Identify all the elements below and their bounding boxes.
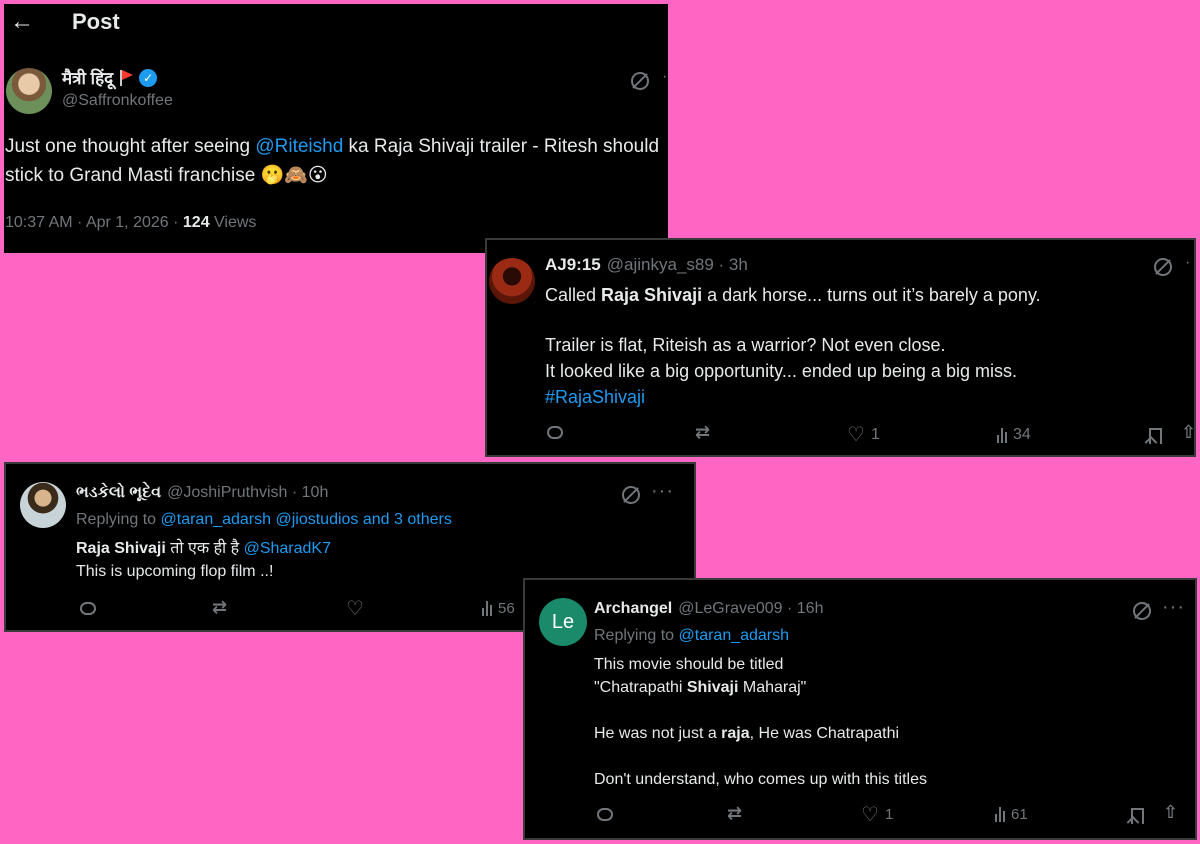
views-button[interactable]: 56 xyxy=(482,600,515,617)
display-name[interactable]: AJ9:15 xyxy=(545,255,601,275)
mention-link[interactable]: @Riteishd xyxy=(255,136,343,157)
repost-icon: ⇄ xyxy=(695,422,711,442)
avatar[interactable] xyxy=(489,258,535,304)
timestamp[interactable]: 10:37 AM · Apr 1, 2026 · xyxy=(5,214,183,231)
like-button[interactable]: ♡ xyxy=(346,596,364,621)
user-handle[interactable]: @ajinkya_s89 · 3h xyxy=(607,255,748,275)
repost-button[interactable]: ⇄ xyxy=(727,803,742,824)
display-name[interactable]: Archangel xyxy=(594,600,672,618)
reply-button[interactable] xyxy=(597,808,613,821)
post-text: This movie should be titled "Chatrapathi… xyxy=(594,656,927,788)
back-arrow-icon[interactable]: ← xyxy=(10,8,34,36)
repost-icon: ⇄ xyxy=(727,803,743,823)
post-text: Called Raja Shivaji a dark horse... turn… xyxy=(545,282,1185,410)
repost-button[interactable]: ⇄ xyxy=(695,422,710,443)
views-icon xyxy=(997,427,1007,443)
verified-badge-icon: ✓ xyxy=(139,68,158,87)
flag-icon xyxy=(119,69,134,86)
replying-to-link[interactable]: @taran_adarsh @jiostudios and 3 others xyxy=(161,511,452,528)
post-text: Just one thought after seeing @Riteishd … xyxy=(5,136,660,186)
post-text: Raja Shivaji तो एक ही है @SharadK7 This … xyxy=(76,540,331,580)
user-handle[interactable]: @JoshiPruthvish · 10h xyxy=(167,484,328,502)
post-card-4: Le Archangel @LeGrave009 · 16h ··· Reply… xyxy=(523,578,1197,840)
repost-icon: ⇄ xyxy=(212,597,228,617)
grok-icon[interactable] xyxy=(622,486,640,504)
views-icon xyxy=(995,807,1005,822)
share-button[interactable]: ⇧ xyxy=(1181,422,1196,443)
user-handle[interactable]: @Saffronkoffee xyxy=(62,92,173,110)
more-dot-icon[interactable]: · xyxy=(1185,254,1190,272)
page-title: Post xyxy=(72,9,120,34)
repost-button[interactable]: ⇄ xyxy=(212,597,227,618)
replying-to-link[interactable]: @taran_adarsh xyxy=(679,627,790,644)
heart-icon: ♡ xyxy=(847,424,865,446)
post-card-2: AJ9:15 @ajinkya_s89 · 3h · Called Raja S… xyxy=(485,238,1196,457)
avatar[interactable] xyxy=(6,68,52,114)
reply-icon xyxy=(547,426,563,439)
reply-button[interactable] xyxy=(80,602,96,615)
like-button[interactable]: ♡ 1 xyxy=(847,422,880,447)
bookmark-icon xyxy=(1131,808,1144,824)
views-count: 124 xyxy=(182,214,210,231)
display-name[interactable]: ભડકેલો ભૂદેવ xyxy=(76,484,161,502)
bookmark-icon xyxy=(1149,428,1162,444)
views-icon xyxy=(482,601,492,616)
more-dot-icon[interactable]: · xyxy=(662,68,667,86)
views-label: Views xyxy=(209,214,257,231)
grok-icon[interactable] xyxy=(1154,258,1172,276)
like-button[interactable]: ♡ 1 xyxy=(861,802,893,827)
hashtag-link[interactable]: #RajaShivaji xyxy=(545,384,1185,410)
more-options-icon[interactable]: ··· xyxy=(651,480,674,503)
more-options-icon[interactable]: ··· xyxy=(1162,596,1185,619)
heart-icon: ♡ xyxy=(861,804,879,826)
avatar[interactable] xyxy=(20,482,66,528)
user-handle[interactable]: @LeGrave009 · 16h xyxy=(678,600,823,618)
share-icon: ⇧ xyxy=(1181,422,1196,442)
share-button[interactable]: ⇧ xyxy=(1163,802,1178,823)
replying-to: Replying to @taran_adarsh @jiostudios an… xyxy=(76,511,452,528)
avatar[interactable]: Le xyxy=(539,598,587,646)
replying-to: Replying to @taran_adarsh xyxy=(594,627,790,644)
bookmark-button[interactable] xyxy=(1149,428,1162,444)
post-card-1: ← Post मैत्री हिंदू ✓ @Saffronkoffee · J… xyxy=(4,4,668,253)
reply-button[interactable] xyxy=(547,426,563,439)
heart-icon: ♡ xyxy=(346,598,364,620)
reply-icon xyxy=(597,808,613,821)
views-button[interactable]: 34 xyxy=(997,426,1031,444)
display-name[interactable]: मैत्री हिंदू xyxy=(62,66,113,89)
share-icon: ⇧ xyxy=(1163,802,1179,822)
grok-icon[interactable] xyxy=(631,72,649,90)
reply-icon xyxy=(80,602,96,615)
post-meta: 10:37 AM · Apr 1, 2026 · 124 Views xyxy=(5,214,256,232)
views-button[interactable]: 61 xyxy=(995,806,1028,823)
mention-link[interactable]: @SharadK7 xyxy=(244,540,331,557)
grok-icon[interactable] xyxy=(1133,602,1151,620)
bookmark-button[interactable] xyxy=(1131,808,1144,824)
